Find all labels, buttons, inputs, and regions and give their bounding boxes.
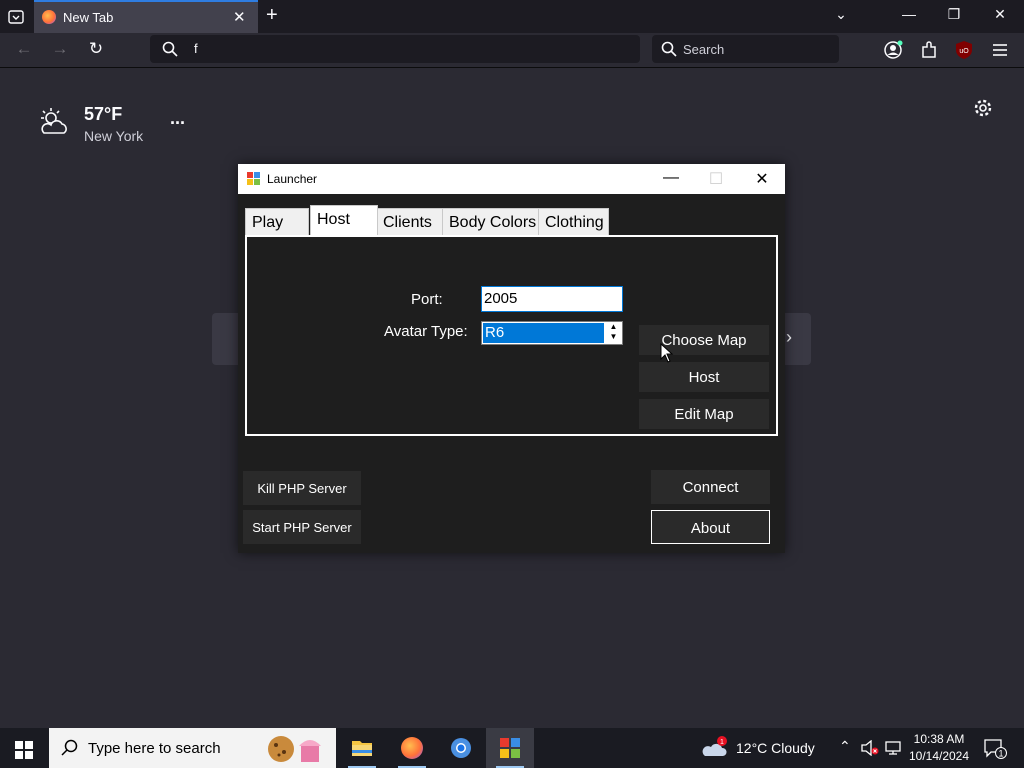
launcher-title: Launcher (267, 172, 318, 186)
taskbar-file-explorer[interactable] (338, 728, 386, 768)
avatar-type-select[interactable]: R6 ▲ ▼ (481, 321, 623, 345)
file-explorer-icon (352, 741, 372, 756)
about-button[interactable]: About (651, 510, 770, 544)
connect-button[interactable]: Connect (651, 470, 770, 504)
svg-text:uO: uO (959, 48, 969, 55)
search-highlight-cookies-icon (268, 736, 321, 762)
browser-tab-new-tab[interactable]: New Tab ✕ (34, 0, 258, 33)
search-bar[interactable]: Search (652, 35, 839, 63)
back-icon[interactable]: ← (13, 39, 35, 59)
tab-clothing[interactable]: Clothing (538, 208, 609, 235)
taskbar: Type here to search 1 12°C Cloudy ⌃ 10:3… (0, 728, 1024, 768)
search-icon (661, 41, 677, 57)
mouse-cursor-icon (660, 343, 674, 363)
windows-start-icon[interactable] (15, 741, 33, 759)
taskbar-firefox[interactable] (388, 728, 436, 768)
tab-play[interactable]: Play (245, 208, 309, 235)
taskbar-chrome[interactable] (437, 728, 485, 768)
avatar-type-value: R6 (483, 323, 604, 343)
launcher-app-icon (500, 738, 520, 758)
firefox-icon (42, 10, 56, 24)
close-tab-icon[interactable]: ✕ (233, 8, 246, 26)
list-all-tabs-icon[interactable]: ⌄ (829, 6, 853, 23)
chevron-right-icon: › (786, 327, 792, 347)
start-php-server-button[interactable]: Start PHP Server (243, 510, 361, 544)
tab-title: New Tab (63, 10, 114, 25)
kill-php-server-button[interactable]: Kill PHP Server (243, 471, 361, 505)
taskbar-launcher[interactable] (486, 728, 534, 768)
new-tab-button[interactable]: + (266, 4, 278, 27)
launcher-window: Launcher — ☐ ✕ Play Clients Body Colors … (238, 164, 785, 553)
taskbar-clock-time[interactable]: 10:38 AM (905, 732, 973, 746)
show-hidden-icons-chevron-icon[interactable]: ⌃ (839, 738, 851, 755)
taskbar-clock-date[interactable]: 10/14/2024 (905, 749, 973, 763)
maximize-icon: ☐ (708, 171, 724, 188)
navigation-toolbar: ← → ↻ f Search uO (0, 33, 1024, 68)
spinner-arrows-icon[interactable]: ▲ ▼ (605, 322, 622, 344)
speaker-muted-icon[interactable] (861, 740, 879, 756)
firefox-icon (401, 737, 423, 759)
port-input[interactable]: 2005 (481, 286, 623, 312)
tab-clients[interactable]: Clients (376, 208, 443, 235)
weather-location: New York (84, 128, 144, 144)
reload-icon[interactable]: ↻ (85, 39, 107, 59)
shortcut-scroll-right[interactable]: › (781, 313, 811, 365)
minimize-icon[interactable]: — (657, 169, 685, 187)
search-icon (61, 739, 78, 756)
minimize-icon[interactable]: — (897, 6, 921, 22)
close-window-icon[interactable]: ✕ (988, 6, 1012, 23)
tab-list-icon[interactable] (6, 7, 26, 27)
search-icon (162, 41, 178, 57)
restore-icon[interactable]: ❐ (942, 6, 966, 23)
gear-icon[interactable] (973, 98, 993, 118)
close-icon[interactable]: ✕ (748, 169, 776, 189)
account-icon[interactable] (882, 39, 904, 61)
ublock-origin-icon[interactable]: uO (953, 39, 975, 61)
cloudy-weather-icon[interactable]: 1 (702, 736, 728, 760)
forward-icon[interactable]: → (49, 39, 71, 59)
port-label: Port: (411, 291, 443, 308)
search-bar-placeholder: Search (683, 42, 725, 57)
weather-temperature: 57°F (84, 104, 123, 124)
launcher-titlebar[interactable]: Launcher — ☐ ✕ (238, 164, 785, 194)
weather-more-options[interactable]: ... (170, 108, 185, 129)
tab-body-colors[interactable]: Body Colors (442, 208, 539, 235)
network-icon[interactable] (884, 740, 902, 756)
address-bar-text: f (194, 41, 198, 56)
extensions-icon[interactable] (918, 39, 940, 61)
partly-sunny-icon (41, 108, 67, 134)
host-tab-panel: Port: 2005 Avatar Type: R6 ▲ ▼ Choose Map… (245, 235, 778, 436)
address-bar[interactable]: f (150, 35, 640, 63)
taskbar-search-box[interactable]: Type here to search (49, 728, 336, 768)
avatar-type-label: Avatar Type: (384, 323, 468, 340)
chrome-icon (451, 738, 471, 758)
tab-host[interactable]: Host (310, 205, 378, 237)
menu-icon[interactable] (989, 39, 1011, 61)
notification-count: 1 (998, 749, 1003, 759)
taskbar-search-placeholder: Type here to search (88, 740, 221, 757)
tab-strip: New Tab ✕ + ⌄ — ❐ ✕ (0, 0, 1024, 33)
taskbar-weather[interactable]: 12°C Cloudy (736, 740, 815, 756)
host-button[interactable]: Host (639, 362, 769, 392)
weather-alert-count: 1 (720, 739, 724, 746)
choose-map-button[interactable]: Choose Map (639, 325, 769, 355)
launcher-app-icon (247, 172, 260, 185)
edit-map-button[interactable]: Edit Map (639, 399, 769, 429)
notification-center-icon[interactable]: 1 (983, 738, 1009, 760)
